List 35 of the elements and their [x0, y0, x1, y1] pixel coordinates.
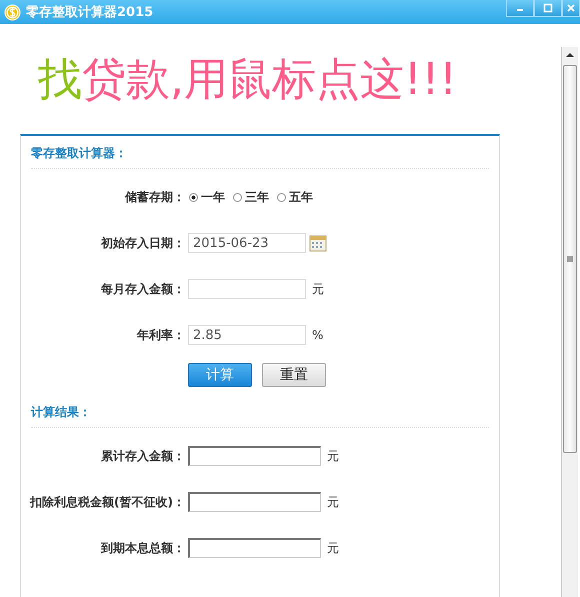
maximize-icon	[543, 3, 553, 13]
field-label: 初始存入日期：	[100, 234, 185, 252]
unit-label: 元	[327, 494, 339, 510]
close-button[interactable]	[562, 0, 580, 17]
result-field[interactable]	[188, 492, 321, 512]
window-title: 零存整取计算器2015	[26, 4, 154, 21]
radio-option[interactable]: 三年	[233, 188, 269, 206]
result-field[interactable]	[188, 538, 321, 558]
unit-label: %	[312, 328, 324, 342]
section-heading: 零存整取计算器：	[30, 145, 128, 162]
field-label: 累计存入金额：	[100, 448, 185, 464]
radio-option[interactable]: 五年	[277, 188, 313, 206]
field-label: 储蓄存期：	[124, 188, 185, 206]
reset-button[interactable]: 重置	[262, 363, 326, 387]
field-label: 到期本息总额：	[100, 540, 185, 556]
calendar-icon[interactable]	[309, 234, 327, 252]
input-field[interactable]: 2015-06-23	[188, 233, 306, 253]
field-label: 扣除利息税金额(暂不征收)：	[28, 494, 185, 510]
field-label: 年利率：	[136, 326, 185, 344]
unit-label: 元	[327, 448, 339, 464]
radio-option[interactable]: 一年	[189, 188, 225, 206]
input-field[interactable]: 2.85	[188, 325, 306, 345]
section-heading: 计算结果：	[30, 404, 92, 421]
grip-icon	[566, 255, 574, 263]
unit-label: 元	[327, 540, 339, 556]
unit-label: 元	[312, 280, 324, 298]
close-icon	[566, 3, 576, 13]
scrollbar[interactable]	[561, 47, 578, 597]
coin-icon	[4, 4, 21, 20]
scroll-thumb[interactable]	[563, 65, 577, 453]
input-field[interactable]	[188, 279, 306, 299]
field-label: 每月存入金额：	[100, 280, 185, 298]
result-field[interactable]	[188, 446, 321, 466]
minimize-button[interactable]	[506, 0, 534, 17]
maximize-button[interactable]	[534, 0, 562, 17]
